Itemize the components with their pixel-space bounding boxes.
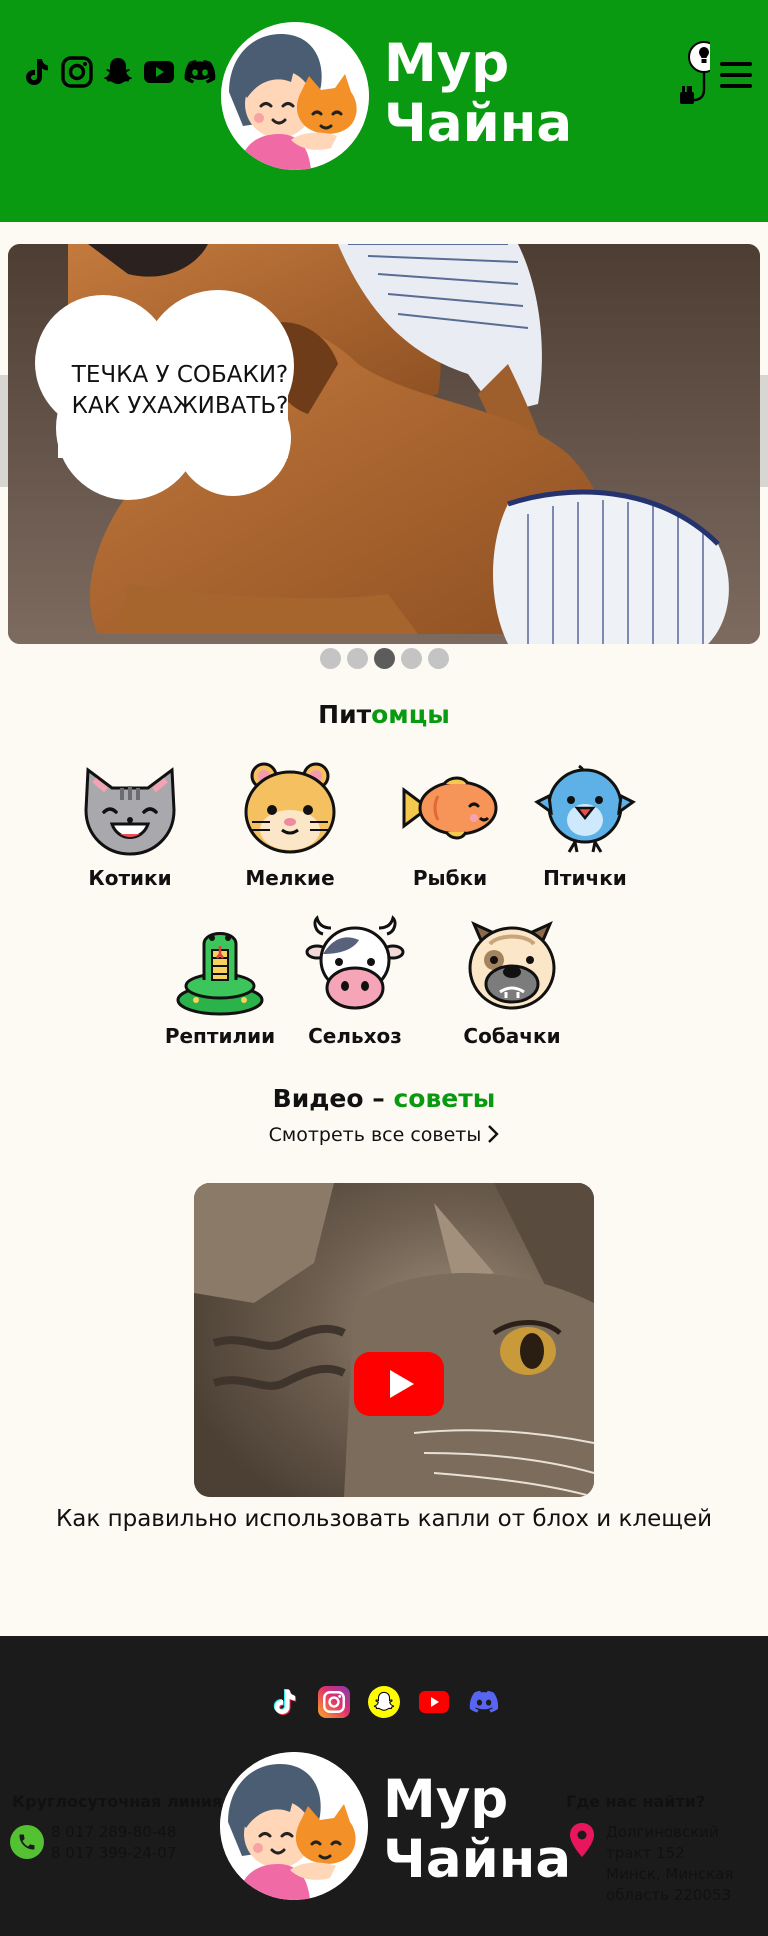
- dog-icon: [460, 914, 564, 1018]
- footer-brand-line-2: Чайна: [383, 1829, 572, 1890]
- fish-icon: [398, 756, 502, 860]
- pet-label: Птички: [543, 866, 627, 890]
- location-title: Где нас найти?: [566, 1792, 706, 1811]
- cow-icon: [303, 914, 407, 1018]
- pet-category-fish[interactable]: Рыбки: [380, 756, 520, 890]
- youtube-icon[interactable]: [143, 56, 175, 88]
- video-thumbnail[interactable]: [194, 1183, 594, 1497]
- address-line-1: Долгиновский: [606, 1823, 719, 1841]
- all-tips-link[interactable]: Смотреть все советы: [0, 1124, 768, 1146]
- footer-brand-name[interactable]: Мур Чайна: [383, 1770, 571, 1890]
- pet-category-cats[interactable]: Котики: [60, 756, 200, 890]
- footer-social-links: [268, 1686, 500, 1718]
- brand-name[interactable]: Мур Чайна: [384, 34, 572, 154]
- pet-label: Котики: [88, 866, 172, 890]
- footer-brand-line-1: Мур: [383, 1769, 509, 1830]
- burger-line: [720, 62, 752, 66]
- slider-dots: [320, 648, 449, 669]
- slider-dot-4[interactable]: [401, 648, 422, 669]
- pet-label: Рептилии: [164, 1024, 276, 1048]
- video-title-part2: советы: [393, 1084, 496, 1113]
- video-section-title: Видео – советы: [0, 1084, 768, 1113]
- pets-title-part2: омцы: [371, 700, 450, 729]
- snapchat-icon[interactable]: [368, 1686, 400, 1718]
- slider-dot-1[interactable]: [320, 648, 341, 669]
- hamster-icon: [238, 756, 342, 860]
- pet-label: Сельхоз: [308, 1024, 402, 1048]
- address-line-4: область 220053: [606, 1886, 732, 1904]
- brand-line-1: Мур: [384, 33, 510, 94]
- address[interactable]: Долгиновский тракт 152 Минск, Минская об…: [606, 1822, 756, 1906]
- youtube-icon[interactable]: [418, 1686, 450, 1718]
- theme-toggle-lamp-icon[interactable]: [670, 40, 720, 110]
- youtube-play-icon[interactable]: [354, 1352, 444, 1416]
- slider-caption-line-2: КАК УХАЖИВАТЬ?: [71, 393, 289, 419]
- hotline-title: Круглосуточная линия: [12, 1792, 223, 1811]
- slider-dot-2[interactable]: [347, 648, 368, 669]
- hotline-phones: 8 017 289-80-48 8 017 399-24-07: [51, 1822, 176, 1864]
- pet-category-small[interactable]: Мелкие: [220, 756, 360, 890]
- slider-dot-3-active[interactable]: [374, 648, 395, 669]
- tiktok-icon[interactable]: [268, 1686, 300, 1718]
- pet-label: Мелкие: [245, 866, 335, 890]
- snapchat-icon[interactable]: [102, 56, 134, 88]
- pets-title-part1: Пит: [318, 700, 372, 729]
- header-social-links: [20, 56, 216, 88]
- pets-section-title: Питомцы: [0, 700, 768, 729]
- map-pin-icon: [570, 1823, 594, 1857]
- pet-category-reptiles[interactable]: Рептилии: [150, 914, 290, 1048]
- burger-line: [720, 73, 752, 77]
- video-caption[interactable]: Как правильно использовать капли от блох…: [0, 1506, 768, 1532]
- slider-caption-line-1: ТЕЧКА У СОБАКИ?: [71, 362, 289, 388]
- pet-label: Собачки: [463, 1024, 561, 1048]
- tiktok-icon[interactable]: [20, 56, 52, 88]
- instagram-icon[interactable]: [318, 1686, 350, 1718]
- phone-number-2[interactable]: 8 017 399-24-07: [51, 1843, 176, 1864]
- phone-number-1[interactable]: 8 017 289-80-48: [51, 1822, 176, 1843]
- snake-icon: [168, 914, 272, 1018]
- cat-icon: [78, 756, 182, 860]
- discord-icon[interactable]: [468, 1686, 500, 1718]
- pet-category-farm[interactable]: Сельхоз: [285, 914, 425, 1048]
- video-title-part1: Видео –: [272, 1084, 394, 1113]
- footer-brand-logo[interactable]: [220, 1752, 368, 1900]
- burger-line: [720, 84, 752, 88]
- hamburger-menu-icon[interactable]: [720, 62, 752, 88]
- address-line-3: Минск, Минская: [606, 1865, 734, 1883]
- discord-icon[interactable]: [184, 56, 216, 88]
- slider-dot-5[interactable]: [428, 648, 449, 669]
- bird-icon: [533, 756, 637, 860]
- phone-icon: [10, 1825, 44, 1859]
- chevron-right-icon: [488, 1125, 500, 1143]
- brand-logo[interactable]: [221, 22, 369, 170]
- brand-line-2: Чайна: [384, 93, 573, 154]
- pet-label: Рыбки: [412, 866, 488, 890]
- all-tips-link-label: Смотреть все советы: [268, 1124, 482, 1146]
- pet-category-birds[interactable]: Птички: [515, 756, 655, 890]
- pet-category-dogs[interactable]: Собачки: [442, 914, 582, 1048]
- slider-caption: ТЕЧКА У СОБАКИ? КАК УХАЖИВАТЬ?: [30, 360, 330, 422]
- address-line-2: тракт 152: [606, 1844, 685, 1862]
- instagram-icon[interactable]: [61, 56, 93, 88]
